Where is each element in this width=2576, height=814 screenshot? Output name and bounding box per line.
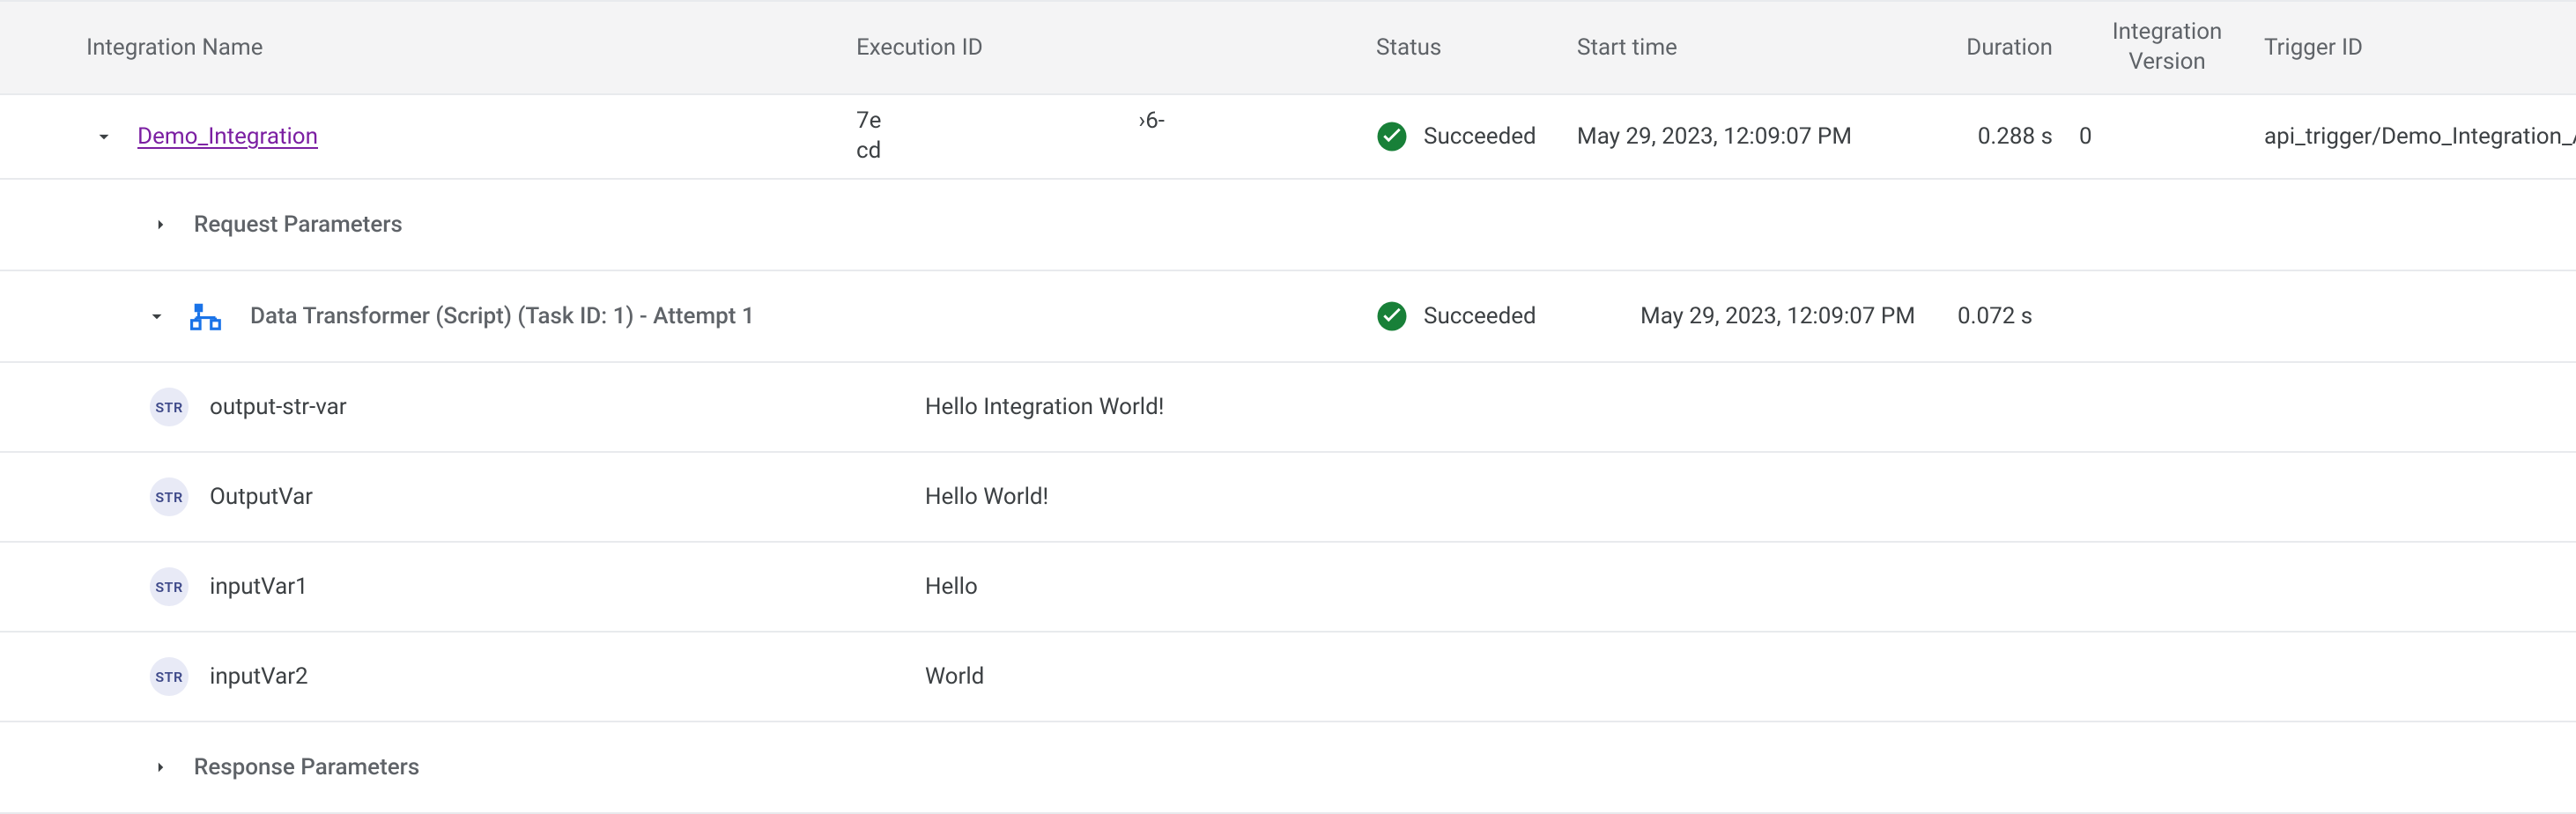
variable-row: STR output-str-var Hello Integration World… — [0, 363, 2576, 453]
header-status: Status — [1376, 34, 1577, 61]
chevron-right-icon[interactable] — [143, 207, 178, 242]
task-row[interactable]: Data Transformer (Script) (Task ID: 1) -… — [0, 271, 2576, 363]
start-time: May 29, 2023, 12:09:07 PM — [1577, 123, 1938, 150]
variable-value: Hello — [925, 574, 2576, 600]
variable-value: Hello World! — [925, 484, 2576, 510]
status-text: Succeeded — [1424, 123, 1536, 150]
task-duration: 0.072 s — [1958, 303, 2090, 329]
chevron-down-icon[interactable] — [139, 299, 174, 334]
variable-row: STR inputVar2 World — [0, 633, 2576, 722]
type-badge: STR — [150, 477, 189, 516]
response-parameters-section[interactable]: Response Parameters — [0, 722, 2576, 814]
request-parameters-section[interactable]: Request Parameters — [0, 180, 2576, 271]
task-status-text: Succeeded — [1424, 303, 1536, 329]
variable-value: World — [925, 663, 2576, 690]
type-badge: STR — [150, 567, 189, 606]
integration-version: 0 — [2070, 123, 2264, 150]
header-execution-id: Execution ID — [856, 34, 1376, 61]
variable-name: inputVar2 — [210, 663, 308, 690]
success-icon — [1376, 300, 1408, 332]
type-badge: STR — [150, 388, 189, 426]
chevron-down-icon[interactable] — [86, 119, 122, 154]
header-trigger-id: Trigger ID — [2264, 34, 2576, 61]
header-duration: Duration — [1938, 34, 2070, 61]
success-icon — [1376, 121, 1408, 152]
request-parameters-label: Request Parameters — [194, 211, 403, 238]
type-badge: STR — [150, 657, 189, 696]
table-header: Integration Name Execution ID Status Sta… — [0, 0, 2576, 95]
variable-name: inputVar1 — [210, 574, 308, 600]
response-parameters-label: Response Parameters — [194, 754, 419, 781]
variable-value: Hello Integration World! — [925, 394, 2576, 420]
variable-row: STR OutputVar Hello World! — [0, 453, 2576, 543]
variable-row: STR inputVar1 Hello — [0, 543, 2576, 633]
integration-name-link[interactable]: Demo_Integration — [137, 123, 318, 150]
data-transformer-icon — [190, 300, 224, 333]
header-start-time: Start time — [1577, 34, 1938, 61]
chevron-right-icon[interactable] — [143, 750, 178, 785]
execution-id: 7e ›6- cd — [856, 107, 1376, 166]
header-integration-version: Integration Version — [2070, 18, 2264, 78]
integration-row[interactable]: Demo_Integration 7e ›6- cd Succeeded May… — [0, 95, 2576, 180]
task-start-time: May 29, 2023, 12:09:07 PM — [1605, 303, 1958, 329]
variable-name: OutputVar — [210, 484, 313, 510]
task-label: Data Transformer (Script) (Task ID: 1) -… — [250, 303, 755, 329]
trigger-id: api_trigger/Demo_Integration_API_1 — [2264, 123, 2576, 150]
duration: 0.288 s — [1938, 123, 2070, 150]
header-integration-name: Integration Name — [0, 34, 856, 61]
variable-name: output-str-var — [210, 394, 347, 420]
